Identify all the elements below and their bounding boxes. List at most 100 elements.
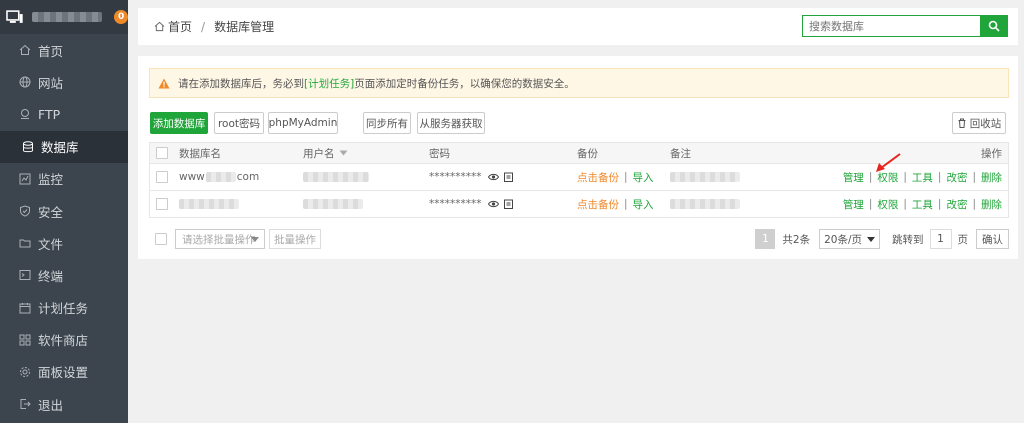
sidebar-item-cron[interactable]: 计划任务	[0, 292, 128, 324]
col-header-ops: 操作	[981, 147, 1002, 160]
sidebar-item-label: 安全	[38, 204, 64, 220]
sync-from-server-button[interactable]: 从服务器获取	[417, 112, 485, 134]
col-header-name[interactable]: 数据库名	[179, 143, 221, 163]
sidebar: 0 首页 网站 FTP 数据库 监控 安全 文件 终端 计划任务 软件商店 面板…	[0, 0, 128, 423]
change-password-link[interactable]: 改密	[946, 170, 967, 185]
col-header-user-label: 用户名	[303, 147, 335, 160]
sidebar-header: 0	[0, 0, 128, 34]
sidebar-item-database[interactable]: 数据库	[0, 130, 128, 163]
manage-link[interactable]: 管理	[843, 197, 864, 212]
goto-page-input[interactable]: 1	[929, 229, 952, 249]
root-password-button[interactable]: root密码	[214, 112, 264, 134]
sidebar-item-label: 网站	[38, 75, 64, 91]
terminal-icon	[18, 269, 31, 282]
delete-link[interactable]: 删除	[981, 170, 1002, 185]
notification-badge[interactable]: 0	[114, 10, 128, 24]
sidebar-item-label: 监控	[38, 172, 64, 188]
sidebar-item-monitor[interactable]: 监控	[0, 163, 128, 195]
eye-icon[interactable]	[487, 200, 499, 208]
select-all-checkbox[interactable]	[156, 147, 168, 159]
manage-link[interactable]: 管理	[843, 170, 864, 185]
row-checkbox[interactable]	[156, 171, 168, 183]
sidebar-item-store[interactable]: 软件商店	[0, 324, 128, 356]
db-name-blurred	[205, 172, 236, 182]
permission-link[interactable]: 权限	[877, 197, 898, 212]
sidebar-item-label: 计划任务	[38, 301, 89, 317]
grid-icon	[18, 333, 31, 346]
password-masked: **********	[429, 171, 482, 183]
sidebar-item-files[interactable]: 文件	[0, 227, 128, 259]
row-checkbox[interactable]	[156, 198, 168, 210]
col-header-user[interactable]: 用户名	[303, 143, 348, 163]
batch-select-placeholder: 请选择批量操作	[182, 233, 256, 246]
table-row: ********** 点击备份 | 导入 管理 | 权限 | 工具 | 改密 | 删除	[149, 191, 1009, 218]
main-panel: 请在添加数据库后，务必到 [计划任务] 页面添加定时备份任务，以确保您的数据安全。 …	[138, 56, 1018, 259]
database-search	[802, 15, 1008, 37]
footer-select-all-checkbox[interactable]	[155, 233, 167, 245]
caret-down-icon	[251, 237, 259, 242]
action-separator: |	[972, 198, 976, 210]
tools-link[interactable]: 工具	[912, 170, 933, 185]
password-masked: **********	[429, 198, 482, 210]
breadcrumb-home-link[interactable]: 首页	[168, 18, 192, 35]
action-separator: |	[903, 198, 907, 210]
click-backup-link[interactable]: 点击备份	[577, 170, 619, 185]
add-database-button[interactable]: 添加数据库	[150, 112, 208, 134]
username-blurred	[303, 172, 369, 182]
delete-link[interactable]: 删除	[981, 197, 1002, 212]
shield-icon	[18, 205, 31, 218]
action-separator: |	[937, 198, 942, 210]
click-backup-link[interactable]: 点击备份	[577, 197, 619, 212]
backup-cell: 点击备份 | 导入	[577, 191, 654, 217]
monitor-logo-icon	[6, 10, 23, 23]
home-icon	[154, 21, 165, 32]
recycle-bin-button[interactable]: 回收站	[952, 112, 1006, 134]
recycle-bin-label: 回收站	[969, 117, 1002, 130]
annotation-arrow	[876, 153, 901, 172]
sidebar-item-logout[interactable]: 退出	[0, 388, 128, 420]
globe-icon	[18, 76, 31, 89]
backup-cell: 点击备份 | 导入	[577, 164, 654, 190]
sidebar-item-settings[interactable]: 面板设置	[0, 356, 128, 388]
page-number-current[interactable]: 1	[755, 229, 776, 249]
sidebar-item-home[interactable]: 首页	[0, 34, 128, 66]
phpmyadmin-button[interactable]: phpMyAdmin	[268, 112, 338, 134]
copy-icon[interactable]	[503, 199, 513, 209]
sidebar-item-website[interactable]: 网站	[0, 66, 128, 98]
search-button[interactable]	[980, 15, 1008, 37]
confirm-goto-button[interactable]: 确认	[976, 229, 1009, 249]
search-input[interactable]	[802, 15, 980, 37]
sidebar-item-terminal[interactable]: 终端	[0, 259, 128, 291]
action-separator: |	[937, 171, 942, 183]
top-header: 首页 / 数据库管理	[138, 8, 1018, 45]
backup-warning-alert: 请在添加数据库后，务必到 [计划任务] 页面添加定时备份任务，以确保您的数据安全。	[149, 68, 1009, 98]
import-link[interactable]: 导入	[633, 197, 654, 212]
eye-icon[interactable]	[487, 173, 499, 181]
batch-operation-select[interactable]: 请选择批量操作	[175, 229, 265, 249]
sidebar-item-label: 软件商店	[38, 333, 89, 349]
cron-task-link[interactable]: [计划任务]	[304, 76, 354, 91]
copy-icon[interactable]	[503, 172, 513, 182]
sidebar-item-ftp[interactable]: FTP	[0, 98, 128, 130]
db-name-blurred[interactable]	[179, 199, 239, 209]
sync-all-button[interactable]: 同步所有	[363, 112, 411, 134]
change-password-link[interactable]: 改密	[946, 197, 967, 212]
action-separator: |	[903, 171, 907, 183]
db-name-cell[interactable]: www com	[179, 164, 259, 190]
breadcrumb-separator: /	[201, 19, 206, 34]
server-host-blurred	[31, 12, 103, 22]
import-link[interactable]: 导入	[633, 170, 654, 185]
home-icon	[18, 44, 31, 57]
warning-icon	[158, 78, 170, 88]
pagination: 1 共2条 20条/页 跳转到 1 页 确认	[755, 228, 1009, 250]
search-icon	[988, 20, 1000, 32]
col-header-password: 密码	[429, 147, 450, 160]
row-actions: 管理 | 权限 | 工具 | 改密 | 删除	[843, 191, 1002, 217]
per-page-select[interactable]: 20条/页	[819, 229, 880, 249]
sidebar-item-label: FTP	[38, 106, 61, 122]
sidebar-item-label: 文件	[38, 236, 64, 252]
batch-operation-button[interactable]: 批量操作	[269, 229, 321, 249]
sidebar-item-security[interactable]: 安全	[0, 195, 128, 227]
per-page-value: 20条/页	[824, 233, 862, 246]
tools-link[interactable]: 工具	[912, 197, 933, 212]
